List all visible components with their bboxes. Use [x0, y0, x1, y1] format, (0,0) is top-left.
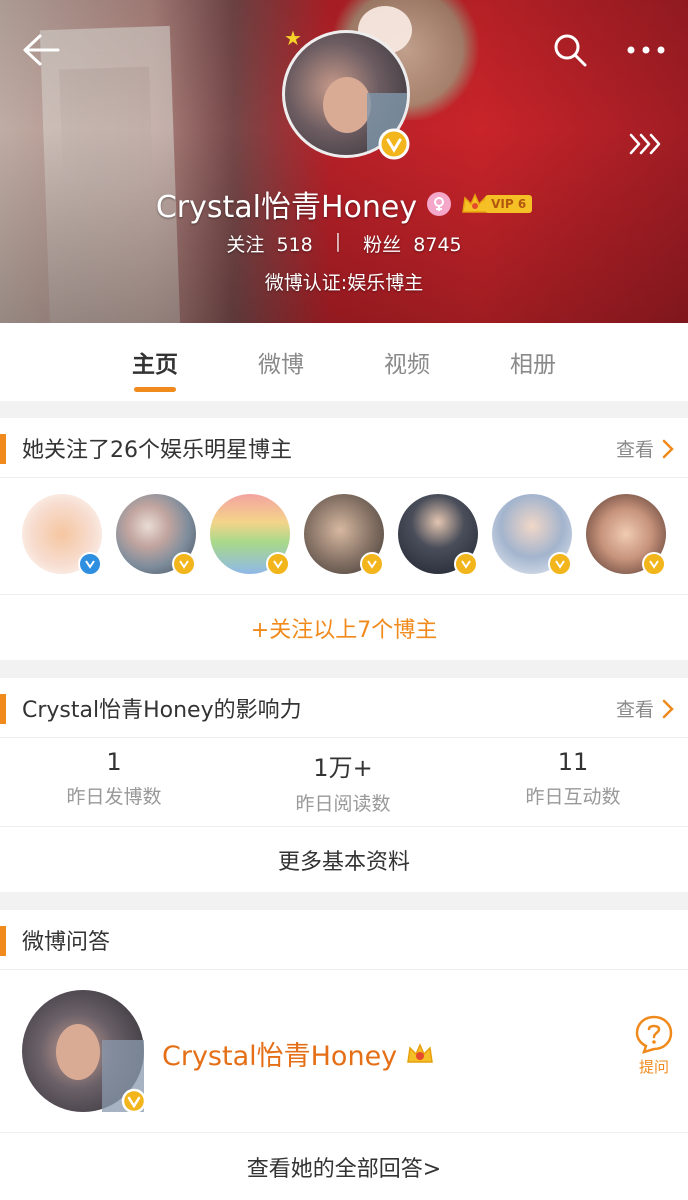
profile-header: ★ Crystal怡青Honey VIP 6 关注 518 | 粉丝 8745 …: [0, 0, 688, 323]
metric-posts: 1 昨日发博数: [66, 748, 162, 808]
more-info-button[interactable]: 更多基本资料: [0, 826, 688, 892]
metric-interactions: 11 昨日互动数: [525, 748, 621, 808]
influence-card: Crystal怡青Honey的影响力 查看 1 昨日发博数 1万+ 昨日阅读数 …: [0, 678, 688, 892]
gold-verified-icon: [266, 552, 290, 576]
triple-chevron-icon: [629, 133, 661, 155]
followed-card-title: 她关注了26个娱乐明星博主: [22, 437, 292, 463]
all-answers-button[interactable]: 查看她的全部回答>: [0, 1132, 688, 1200]
vip-level: VIP 6: [485, 195, 533, 213]
qa-card: 微博问答 Crystal怡青Honey 提问 查看她的全部回答>: [0, 910, 688, 1200]
ask-label: 提问: [638, 1058, 669, 1076]
influence-see-button[interactable]: 查看: [616, 695, 674, 722]
search-button[interactable]: [548, 28, 592, 72]
influence-card-title: Crystal怡青Honey的影响力: [22, 697, 302, 723]
switch-cover-button[interactable]: [624, 124, 668, 164]
chevron-right-icon: [662, 439, 674, 458]
more-dots-icon: [627, 46, 665, 54]
qa-name[interactable]: Crystal怡青Honey: [162, 1034, 397, 1073]
tab-video[interactable]: 视频: [344, 323, 470, 401]
qa-card-title: 微博问答: [22, 929, 111, 955]
followed-card-header: 她关注了26个娱乐明星博主 查看: [0, 418, 688, 478]
star-sticker-icon: ★: [284, 26, 302, 50]
followers-count: 8745: [413, 234, 462, 256]
female-gender-icon: [427, 192, 452, 216]
verified-badge-icon: [121, 1088, 147, 1118]
tab-home[interactable]: 主页: [92, 323, 218, 401]
profile-page: ★ Crystal怡青Honey VIP 6 关注 518 | 粉丝 8745 …: [0, 0, 688, 1200]
profile-name-row: Crystal怡青Honey VIP 6: [0, 182, 688, 226]
follow-all-button[interactable]: +关注以上7个博主: [0, 594, 688, 660]
verified-badge-icon: [378, 128, 410, 164]
question-bubble-icon: [635, 1015, 673, 1054]
followed-see-button[interactable]: 查看: [616, 435, 674, 462]
gold-verified-icon: [642, 552, 666, 576]
profile-tabs: 主页 微博 视频 相册: [0, 323, 688, 401]
influence-card-header: Crystal怡青Honey的影响力 查看: [0, 678, 688, 738]
following-count: 518: [276, 234, 313, 256]
back-button[interactable]: [18, 28, 62, 72]
followers-stat[interactable]: 粉丝 8745: [363, 230, 461, 257]
more-options-button[interactable]: [624, 28, 668, 72]
followed-avatars: [22, 494, 672, 578]
influence-metrics: 1 昨日发博数 1万+ 昨日阅读数 11 昨日互动数: [0, 748, 688, 816]
search-icon: [554, 34, 587, 67]
back-arrow-icon: [23, 34, 60, 66]
vip-badge[interactable]: VIP 6: [461, 192, 533, 216]
qa-profile: Crystal怡青Honey 提问: [0, 970, 688, 1132]
qa-name-row: Crystal怡青Honey: [162, 1034, 435, 1073]
gold-verified-icon: [360, 552, 384, 576]
chevron-right-icon: [662, 699, 674, 718]
following-stat[interactable]: 关注 518: [226, 230, 312, 257]
metric-reads: 1万+ 昨日阅读数: [295, 754, 391, 815]
gold-verified-icon: [172, 552, 196, 576]
profile-name: Crystal怡青Honey: [155, 190, 418, 225]
stats-separator: |: [334, 230, 342, 252]
profile-stats: 关注 518 | 粉丝 8745: [0, 230, 688, 257]
followed-bloggers-card: 她关注了26个娱乐明星博主 查看 +关注以上7个博主: [0, 418, 688, 660]
ask-question-button[interactable]: 提问: [630, 1014, 678, 1077]
verification-text: 微博认证:娱乐博主: [264, 272, 424, 294]
gold-verified-icon: [548, 552, 572, 576]
blue-verified-icon: [78, 552, 102, 576]
tab-weibo[interactable]: 微博: [218, 323, 344, 401]
tab-album[interactable]: 相册: [470, 323, 596, 401]
gold-crown-badge-icon: [407, 1042, 434, 1063]
qa-card-header: 微博问答: [0, 910, 688, 970]
gold-verified-icon: [454, 552, 478, 576]
